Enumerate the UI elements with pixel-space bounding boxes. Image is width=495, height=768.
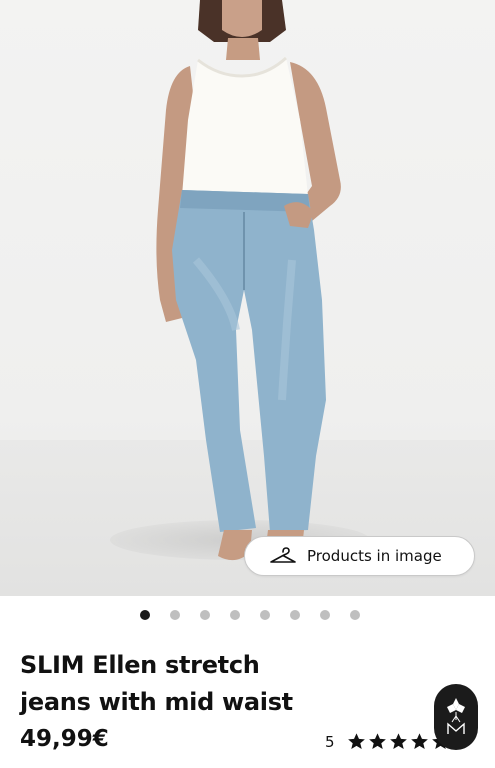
product-price: 49,99€ xyxy=(20,726,109,752)
pagination-dot[interactable] xyxy=(229,610,240,620)
brand-logo-icon xyxy=(447,698,465,734)
gallery-pagination xyxy=(0,610,495,622)
products-in-image-label: Products in image xyxy=(307,547,442,565)
pagination-dot[interactable] xyxy=(259,610,270,620)
star-icon xyxy=(389,733,407,750)
star-icon xyxy=(368,733,386,750)
star-icon xyxy=(347,733,365,750)
pagination-dot[interactable] xyxy=(169,610,180,620)
product-title: SLIM Ellen stretch jeans with mid waist xyxy=(20,651,293,716)
hanger-icon xyxy=(269,546,297,566)
product-image[interactable]: Products in image xyxy=(0,0,495,596)
pagination-dot[interactable] xyxy=(319,610,330,620)
rating-score: 5 xyxy=(325,732,335,751)
pagination-dot[interactable] xyxy=(199,610,210,620)
pagination-dot[interactable] xyxy=(289,610,300,620)
products-in-image-button[interactable]: Products in image xyxy=(244,536,475,576)
pagination-dot[interactable] xyxy=(139,610,150,620)
star-icon xyxy=(410,733,428,750)
pagination-dot[interactable] xyxy=(349,610,360,620)
brand-logo-button[interactable] xyxy=(434,684,478,750)
model-photo xyxy=(156,0,341,561)
